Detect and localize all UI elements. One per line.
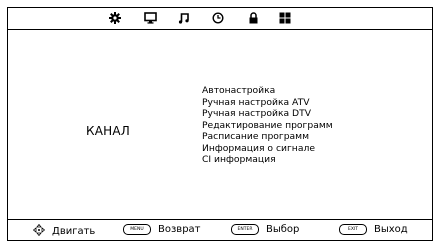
menu-key[interactable]: MENU bbox=[123, 224, 151, 235]
grid-icon[interactable] bbox=[277, 11, 293, 25]
menu-item-schedule-list[interactable]: Расписание программ bbox=[202, 131, 333, 143]
menu-item-signal-information[interactable]: Информация о сигнале bbox=[202, 143, 333, 155]
select-hint-label: Выбор bbox=[266, 224, 300, 235]
channel-menu: Автонастройка Ручная настройка ATV Ручна… bbox=[202, 85, 333, 166]
menu-item-auto-tuning[interactable]: Автонастройка bbox=[202, 85, 333, 97]
key-hint-bar: Двигать MENU Возврат ENTER Выбор EXIT Вы… bbox=[8, 219, 432, 240]
monitor-icon[interactable] bbox=[142, 11, 158, 25]
music-note-icon[interactable] bbox=[176, 11, 192, 25]
dpad-icon bbox=[32, 223, 46, 239]
section-title: КАНАЛ bbox=[86, 124, 130, 138]
enter-key[interactable]: ENTER bbox=[231, 224, 259, 235]
move-hint: Двигать bbox=[32, 223, 96, 239]
move-hint-label: Двигать bbox=[52, 226, 96, 237]
select-hint: ENTER Выбор bbox=[231, 224, 299, 235]
menu-item-program-edit[interactable]: Редактирование программ bbox=[202, 120, 333, 132]
category-tab-bar bbox=[8, 8, 432, 30]
menu-item-dtv-manual-tuning[interactable]: Ручная настройка DTV bbox=[202, 108, 333, 120]
settings-window: КАНАЛ Автонастройка Ручная настройка ATV… bbox=[7, 7, 433, 241]
exit-key[interactable]: EXIT bbox=[339, 224, 367, 235]
exit-hint-label: Выход bbox=[374, 224, 408, 235]
back-hint: MENU Возврат bbox=[123, 224, 201, 235]
menu-item-ci-information[interactable]: CI информация bbox=[202, 154, 333, 166]
lock-icon[interactable] bbox=[245, 11, 261, 25]
back-hint-label: Возврат bbox=[158, 224, 201, 235]
gear-icon[interactable] bbox=[107, 11, 123, 25]
menu-item-atv-manual-tuning[interactable]: Ручная настройка ATV bbox=[202, 97, 333, 109]
clock-icon[interactable] bbox=[210, 11, 226, 25]
exit-hint: EXIT Выход bbox=[339, 224, 408, 235]
